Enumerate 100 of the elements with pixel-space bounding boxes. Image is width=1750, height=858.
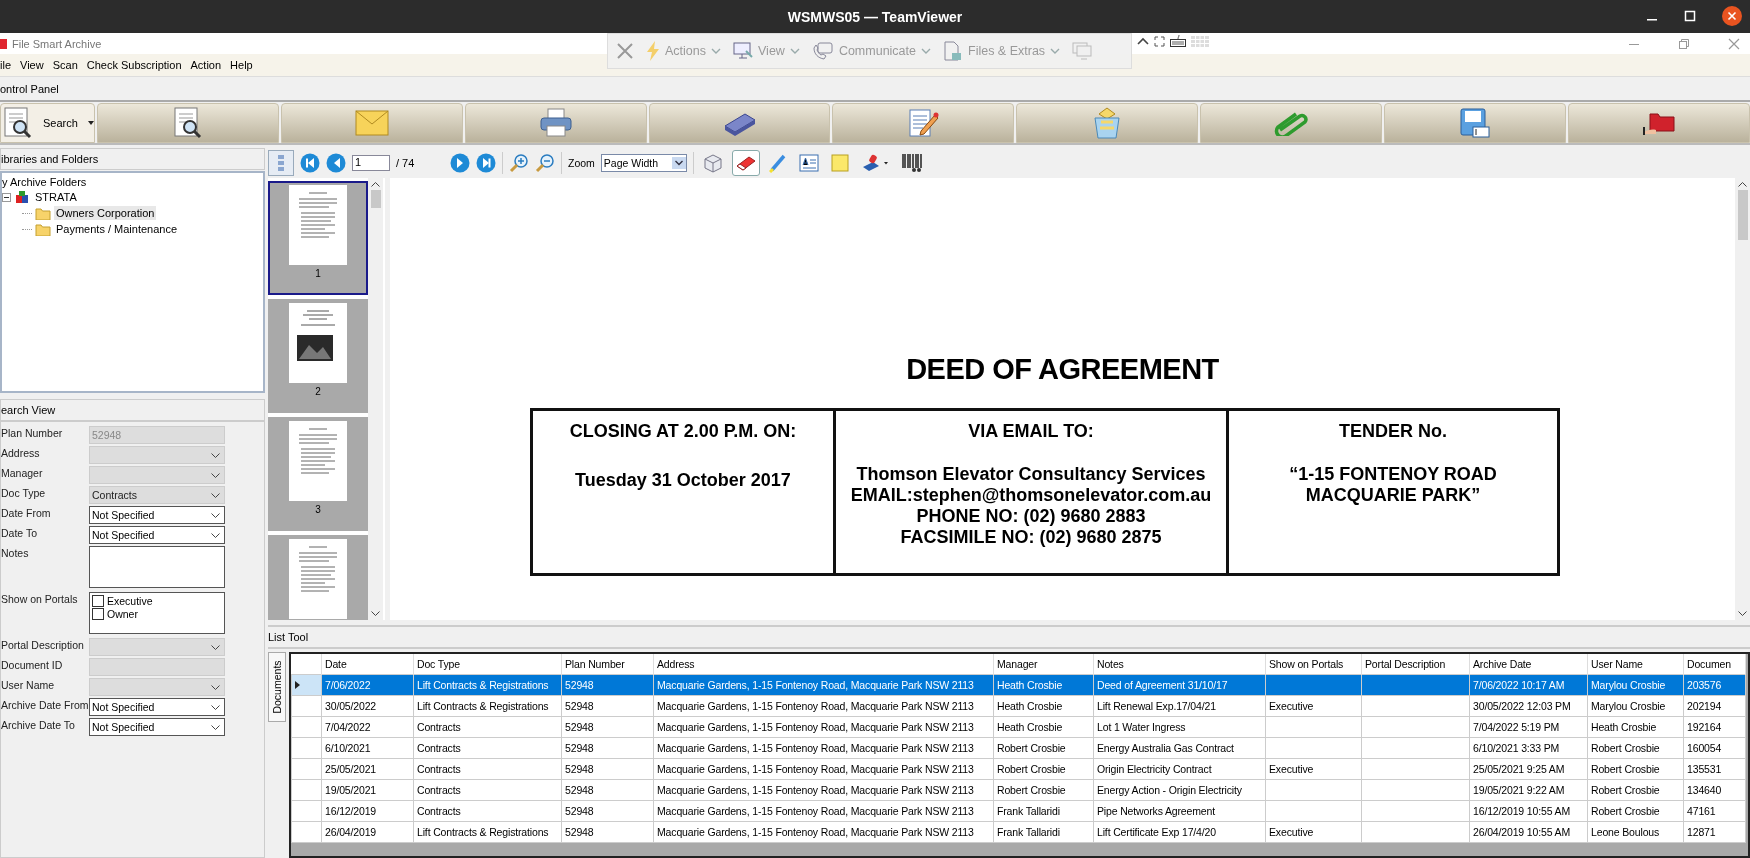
table-cell: 52948: [561, 758, 654, 780]
tree-item[interactable]: y Archive Folders: [2, 176, 263, 188]
table-cell: 25/05/2021 9:25 AM: [1469, 758, 1588, 780]
field-label: Date From: [1, 506, 52, 519]
column-header[interactable]: Archive Date: [1469, 654, 1588, 675]
side-tab[interactable]: Documents: [268, 652, 286, 722]
page-count: / 74: [396, 157, 416, 169]
menu-item[interactable]: Scan: [52, 59, 78, 71]
table-cell: 6/10/2021: [321, 737, 414, 759]
page-thumbnail[interactable]: 2: [268, 299, 368, 413]
tree-item[interactable]: Owners Corporation: [54, 206, 157, 220]
column-header[interactable]: Address: [653, 654, 994, 675]
table-cell: Lift Contracts & Registrations: [413, 674, 562, 696]
zoom-dropdown[interactable]: Page Width: [600, 154, 687, 172]
dropdown-field[interactable]: Not Specified: [89, 506, 225, 524]
table-cell: 7/04/2022: [321, 716, 414, 738]
app-title: File Smart Archive: [12, 37, 102, 50]
document-text: PHONE NO: (02) 9680 2883: [916, 506, 1146, 527]
field-label: Archive Date From: [1, 698, 89, 711]
table-cell: 47161: [1683, 800, 1746, 822]
table-cell: Deed of Agreement 31/10/17: [1093, 674, 1266, 696]
section-title: ibraries and Folders: [1, 153, 99, 165]
table-cell: Heath Crosbie: [1587, 716, 1684, 738]
table-cell: 16/12/2019: [321, 800, 414, 822]
table-cell: 135531: [1683, 758, 1746, 780]
table-cell: Lift Contracts & Registrations: [413, 821, 562, 843]
table-row[interactable]: 6/10/2021 Contracts 52948 Macquarie Gardens, 1-15 Fontenoy Road, Macquarie Park NSW 2113 Robert Crosbie Energy Australia Gas Contract 6/10/2021 3:33 PM Robert Crosbie 160054: [291, 737, 1746, 759]
table-cell: Executive: [1265, 695, 1362, 717]
dropdown-field[interactable]: Not Specified: [89, 698, 225, 716]
table-cell: Macquarie Gardens, 1-15 Fontenoy Road, Macquarie Park NSW 2113: [653, 674, 994, 696]
table-cell: 52948: [561, 716, 654, 738]
menu-item[interactable]: Help: [230, 59, 253, 71]
page-field[interactable]: 1: [352, 155, 390, 171]
zoom-label: Zoom: [568, 157, 595, 169]
window-title: WSMWS05 — TeamViewer: [787, 8, 963, 25]
table-cell: Macquarie Gardens, 1-15 Fontenoy Road, Macquarie Park NSW 2113: [653, 695, 994, 717]
table-cell: Energy Action - Origin Electricity: [1093, 779, 1266, 801]
table-cell: Frank Tallaridi: [993, 821, 1094, 843]
field-label: Show on Portals: [1, 592, 79, 605]
table-row[interactable]: 16/12/2019 Contracts 52948 Macquarie Gardens, 1-15 Fontenoy Road, Macquarie Park NSW 2113 Frank Tallaridi Pipe Networks Agreement 16/12/2019 10:55 AM Robert Crosbie 47161: [291, 800, 1746, 822]
table-cell: Contracts: [413, 716, 562, 738]
dropdown-field[interactable]: Not Specified: [89, 718, 225, 736]
table-cell: Robert Crosbie: [993, 737, 1094, 759]
menu-item[interactable]: Check Subscription: [86, 59, 182, 71]
column-header[interactable]: Date: [321, 654, 414, 675]
table-cell: 6/10/2021 3:33 PM: [1469, 737, 1588, 759]
field-label: User Name: [1, 678, 56, 691]
column-header[interactable]: Documen: [1683, 654, 1746, 675]
column-header[interactable]: Notes: [1093, 654, 1266, 675]
table-cell: Macquarie Gardens, 1-15 Fontenoy Road, Macquarie Park NSW 2113: [653, 716, 994, 738]
table-cell: Executive: [1265, 758, 1362, 780]
table-cell: 52948: [561, 737, 654, 759]
table-cell: Macquarie Gardens, 1-15 Fontenoy Road, Macquarie Park NSW 2113: [653, 737, 994, 759]
document-text: EMAIL:stephen@thomsonelevator.com.au: [850, 485, 1212, 506]
table-cell: Contracts: [413, 737, 562, 759]
page-number: 1: [315, 268, 321, 279]
document-heading: TENDER No.: [1339, 421, 1447, 442]
menu-item[interactable]: Action: [190, 59, 222, 71]
document-text: MACQUARIE PARK”: [1305, 485, 1481, 506]
table-cell: 160054: [1683, 737, 1746, 759]
table-row[interactable]: 25/05/2021 Contracts 52948 Macquarie Gardens, 1-15 Fontenoy Road, Macquarie Park NSW 2113 Robert Crosbie Origin Electricity Contract Executive 25/05/2021 9:25 AM Robert Crosbie 135531: [291, 758, 1746, 780]
table-cell: Lift Contracts & Registrations: [413, 695, 562, 717]
document-heading: VIA EMAIL TO:: [968, 421, 1094, 442]
table-cell: 52948: [561, 779, 654, 801]
table-cell: 52948: [561, 674, 654, 696]
menu-item[interactable]: View: [20, 59, 44, 71]
table-cell: Lift Certificate Exp 17/4/20: [1093, 821, 1266, 843]
menu-item[interactable]: ile: [0, 59, 11, 71]
section-title: earch View: [1, 404, 56, 416]
table-cell: Macquarie Gardens, 1-15 Fontenoy Road, Macquarie Park NSW 2113: [653, 800, 994, 822]
table-row[interactable]: 7/06/2022 Lift Contracts & Registrations 52948 Macquarie Gardens, 1-15 Fontenoy Road, Macquarie Park NSW 2113 Heath Crosbie Deed of Agreement 31/10/17 7/06/2022 10:17 AM Marylou Crosbie 203576: [291, 674, 1746, 696]
page-thumbnail[interactable]: 1: [268, 181, 368, 295]
column-header[interactable]: Show on Portals: [1265, 654, 1362, 675]
document-title: DEED OF AGREEMENT: [906, 353, 1219, 386]
table-row[interactable]: 19/05/2021 Contracts 52948 Macquarie Gardens, 1-15 Fontenoy Road, Macquarie Park NSW 2113 Robert Crosbie Energy Action - Origin Electricity 19/05/2021 9:22 AM Robert Crosbie 134640: [291, 779, 1746, 801]
table-cell: 16/12/2019 10:55 AM: [1469, 800, 1588, 822]
table-cell: 7/06/2022 10:17 AM: [1469, 674, 1588, 696]
tree-item[interactable]: Payments / Maintenance: [54, 222, 180, 236]
table-cell: Heath Crosbie: [993, 674, 1094, 696]
table-cell: Macquarie Gardens, 1-15 Fontenoy Road, Macquarie Park NSW 2113: [653, 821, 994, 843]
table-cell: Robert Crosbie: [1587, 800, 1684, 822]
dropdown-field[interactable]: Not Specified: [89, 526, 225, 544]
document-text: “1-15 FONTENOY ROAD: [1289, 464, 1497, 485]
column-header[interactable]: User Name: [1587, 654, 1684, 675]
field-label: Portal Description: [1, 638, 85, 651]
table-cell: Robert Crosbie: [1587, 737, 1684, 759]
table-cell: Macquarie Gardens, 1-15 Fontenoy Road, Macquarie Park NSW 2113: [653, 779, 994, 801]
table-cell: 203576: [1683, 674, 1746, 696]
column-header[interactable]: Portal Description: [1361, 654, 1470, 675]
search-button[interactable]: Search: [0, 103, 95, 143]
page-thumbnail[interactable]: 3: [268, 417, 368, 531]
column-header[interactable]: Manager: [993, 654, 1094, 675]
table-row[interactable]: 7/04/2022 Contracts 52948 Macquarie Gardens, 1-15 Fontenoy Road, Macquarie Park NSW 2113 Heath Crosbie Lot 1 Water Ingress 7/04/2022 5:19 PM Heath Crosbie 192164: [291, 716, 1746, 738]
field-label: Archive Date To: [1, 718, 76, 731]
column-header[interactable]: Plan Number: [561, 654, 654, 675]
column-header[interactable]: Doc Type: [413, 654, 562, 675]
field-label: Manager: [1, 466, 44, 479]
tree-item[interactable]: STRATA: [33, 190, 79, 204]
document-heading: CLOSING AT 2.00 P.M. ON:: [569, 421, 797, 442]
table-cell: Robert Crosbie: [993, 758, 1094, 780]
